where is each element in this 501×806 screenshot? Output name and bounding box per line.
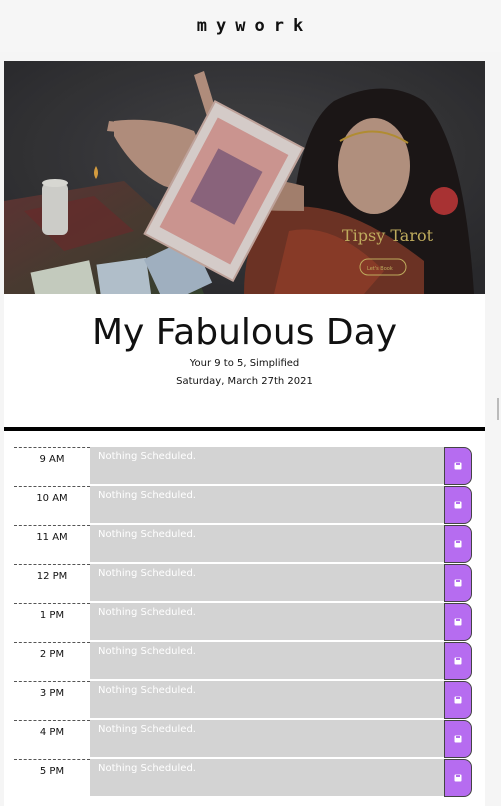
save-button[interactable] (444, 486, 472, 524)
save-icon (454, 540, 462, 548)
save-icon (454, 696, 462, 704)
hour-label: 5 PM (14, 759, 90, 797)
save-button[interactable] (444, 525, 472, 563)
schedule-list: 9 AM Nothing Scheduled. 10 AM Nothing Sc… (14, 447, 472, 798)
time-block: 4 PM Nothing Scheduled. (14, 720, 472, 759)
save-button[interactable] (444, 642, 472, 680)
save-icon (454, 462, 462, 470)
hour-label: 11 AM (14, 525, 90, 563)
event-description[interactable]: Nothing Scheduled. (90, 759, 444, 797)
event-description[interactable]: Nothing Scheduled. (90, 564, 444, 602)
page-title: My Fabulous Day (91, 312, 398, 353)
hour-label: 2 PM (14, 642, 90, 680)
hour-label: 12 PM (14, 564, 90, 602)
event-description[interactable]: Nothing Scheduled. (90, 720, 444, 758)
hero-banner: Tipsy Tarot Let's Book (4, 61, 485, 294)
hour-label: 10 AM (14, 486, 90, 524)
time-block: 9 AM Nothing Scheduled. (14, 447, 472, 486)
hour-label: 4 PM (14, 720, 90, 758)
hero-image: Tipsy Tarot Let's Book (4, 61, 485, 294)
time-block: 12 PM Nothing Scheduled. (14, 564, 472, 603)
time-block: 1 PM Nothing Scheduled. (14, 603, 472, 642)
save-button[interactable] (444, 447, 472, 485)
save-icon (454, 735, 462, 743)
event-description[interactable]: Nothing Scheduled. (90, 642, 444, 680)
save-button[interactable] (444, 564, 472, 602)
save-button[interactable] (444, 720, 472, 758)
hour-label: 1 PM (14, 603, 90, 641)
event-description[interactable]: Nothing Scheduled. (90, 525, 444, 563)
save-icon (454, 501, 462, 509)
scrollbar[interactable] (497, 398, 499, 420)
page-subtitle: Your 9 to 5, Simplified (189, 358, 300, 369)
top-bar: mywork (0, 0, 501, 52)
hour-label: 9 AM (14, 447, 90, 485)
time-block: 5 PM Nothing Scheduled. (14, 759, 472, 798)
event-description[interactable]: Nothing Scheduled. (90, 681, 444, 719)
brand-logo[interactable]: mywork (197, 16, 312, 36)
save-icon (454, 774, 462, 782)
event-description[interactable]: Nothing Scheduled. (90, 486, 444, 524)
save-button[interactable] (444, 681, 472, 719)
save-button[interactable] (444, 603, 472, 641)
save-icon (454, 618, 462, 626)
event-description[interactable]: Nothing Scheduled. (90, 447, 444, 485)
time-block: 10 AM Nothing Scheduled. (14, 486, 472, 525)
current-date: Saturday, March 27th 2021 (176, 376, 313, 387)
time-block: 2 PM Nothing Scheduled. (14, 642, 472, 681)
save-icon (454, 579, 462, 587)
save-icon (454, 657, 462, 665)
time-block: 3 PM Nothing Scheduled. (14, 681, 472, 720)
time-block: 11 AM Nothing Scheduled. (14, 525, 472, 564)
event-description[interactable]: Nothing Scheduled. (90, 603, 444, 641)
section-divider (4, 427, 485, 431)
save-button[interactable] (444, 759, 472, 797)
hour-label: 3 PM (14, 681, 90, 719)
